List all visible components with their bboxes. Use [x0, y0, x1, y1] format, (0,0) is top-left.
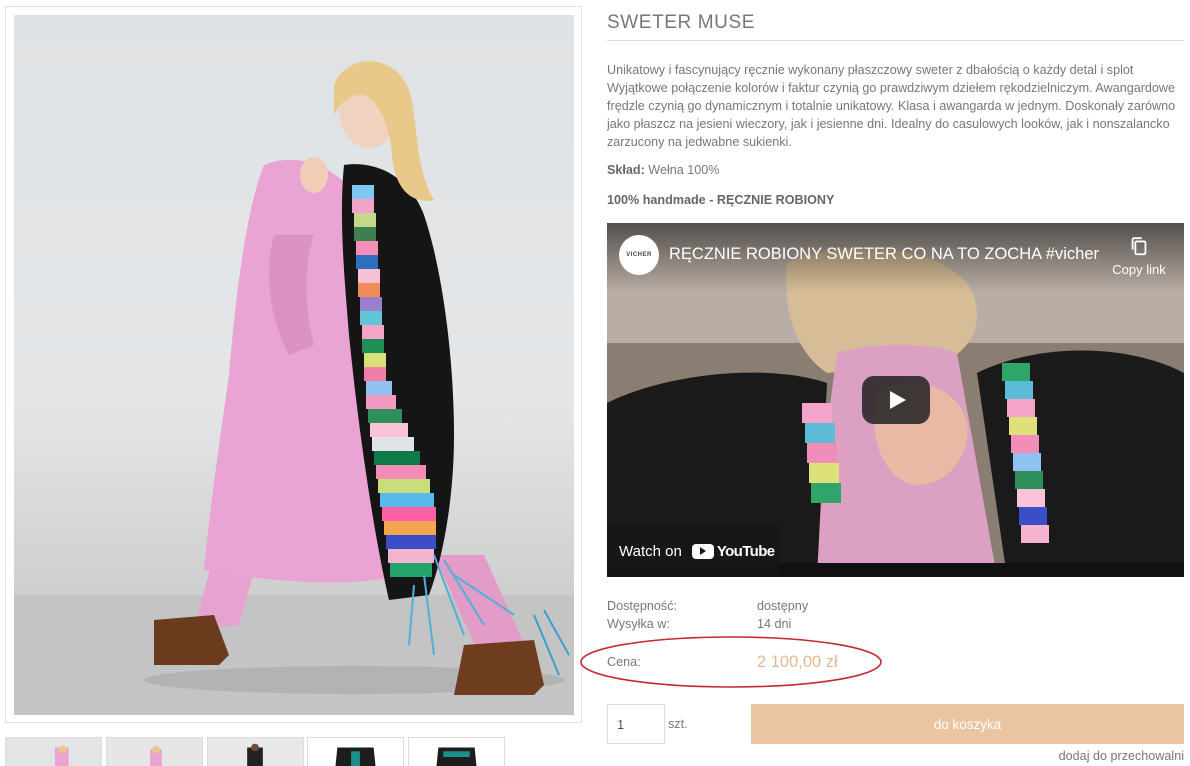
product-composition: Skład: Wełna 100%: [607, 163, 719, 177]
thumbnail-2[interactable]: [106, 737, 203, 766]
youtube-video-embed[interactable]: VICHER RĘCZNIE ROBIONY SWETER CO NA TO Z…: [607, 223, 1184, 577]
youtube-wordmark: YouTube: [716, 542, 775, 560]
title-divider: [607, 40, 1184, 41]
availability-value: dostępny: [757, 599, 809, 613]
copy-icon: [1131, 237, 1147, 256]
thumbnail-1[interactable]: [5, 737, 102, 766]
add-to-cart-button[interactable]: do koszyka: [751, 704, 1184, 744]
add-to-wishlist-link[interactable]: dodaj do przechowalni: [1059, 749, 1184, 763]
watch-on-youtube-button[interactable]: Watch on YouTube: [607, 525, 780, 577]
composition-label: Skład:: [607, 163, 645, 177]
main-product-image[interactable]: [14, 15, 574, 715]
thumbnail-5[interactable]: [408, 737, 505, 766]
copy-link-label: Copy link: [1112, 262, 1166, 277]
youtube-logo: YouTube: [691, 542, 775, 560]
youtube-play-icon: [691, 543, 714, 559]
handmade-note: 100% handmade - RĘCZNIE ROBIONY: [607, 193, 835, 207]
channel-logo[interactable]: VICHER: [619, 235, 659, 275]
price-value: 2 100,00 zł: [757, 653, 838, 671]
price-label: Cena:: [607, 655, 641, 669]
thumbnail-4[interactable]: [307, 737, 404, 766]
shipping-value: 14 dni: [757, 617, 792, 631]
play-button[interactable]: [862, 376, 930, 424]
copy-link-button[interactable]: Copy link: [1104, 235, 1174, 279]
composition-value: Wełna 100%: [648, 163, 720, 177]
quantity-unit: szt.: [668, 717, 688, 731]
availability-label: Dostępność:: [607, 599, 678, 613]
product-title: SWETER MUSE: [607, 12, 756, 33]
shipping-label: Wysyłka w:: [607, 617, 670, 631]
watch-on-label: Watch on: [619, 542, 682, 560]
video-title[interactable]: RĘCZNIE ROBIONY SWETER CO NA TO ZOCHA #v…: [669, 245, 1109, 264]
play-icon: [890, 391, 906, 409]
quantity-input[interactable]: [607, 704, 665, 744]
product-description: Unikatowy i fascynujący ręcznie wykonany…: [607, 63, 1176, 149]
product-gallery: [5, 6, 582, 723]
thumbnail-strip: [5, 737, 525, 766]
model-photo-illustration: [14, 61, 574, 715]
thumbnail-3[interactable]: [207, 737, 304, 766]
